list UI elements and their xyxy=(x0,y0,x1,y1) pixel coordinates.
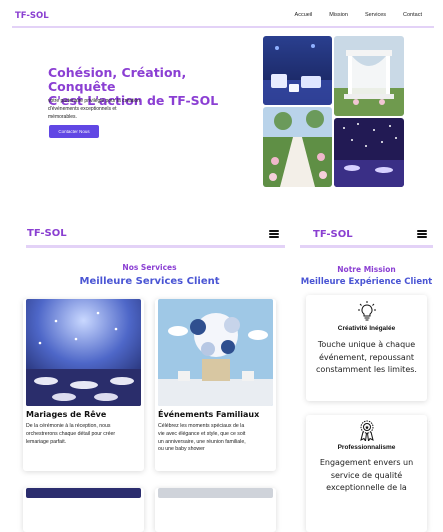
brand-logo[interactable]: TF-SOL xyxy=(27,228,67,239)
hero-desc-line: d'événements exceptionnels et xyxy=(48,106,117,112)
desc-line: Célébrez les moments spéciaux de la xyxy=(158,423,245,429)
nav-item-mission[interactable]: Mission xyxy=(329,12,348,18)
hero-title-line-1: Cohésion, Création, Conquête xyxy=(48,65,187,94)
lightbulb-icon xyxy=(357,301,376,326)
desc-line: service de qualité xyxy=(330,470,403,480)
desc-line: lemariage parfait. xyxy=(26,438,67,445)
desktop-header: TF-SOL Accueil Mission Services Contact xyxy=(12,8,434,28)
mission-kicker: Notre Mission xyxy=(337,265,396,274)
award-ribbon-icon xyxy=(358,419,376,446)
desc-line: Touche unique à chaque xyxy=(317,340,416,349)
desc-line: orchestrerons chaque détail pour créer xyxy=(26,430,116,437)
contact-button[interactable]: Contacter Nous xyxy=(49,125,99,138)
services-title: Meilleure Services Client xyxy=(79,276,220,287)
mission-card-title: Créativité Inégalée xyxy=(337,325,396,332)
desc-line: ou une baby shower xyxy=(158,446,205,453)
service-image-partial xyxy=(158,488,273,498)
service-card-wedding[interactable]: Mariages de Rêve De la cérémonie à la ré… xyxy=(23,299,144,471)
hero-description: votre partenaire privilégié pour la créa… xyxy=(48,97,168,121)
desc-line: événement, repoussant xyxy=(318,352,415,362)
menu-icon[interactable] xyxy=(269,230,279,238)
mission-card-desc: Engagement envers un service de qualité … xyxy=(316,457,417,495)
service-card-family[interactable]: Événements Familiaux Célébrez les moment… xyxy=(155,299,276,471)
main-nav: Accueil Mission Services Contact xyxy=(295,12,422,18)
mission-card-professionalism[interactable]: Professionnalisme Engagement envers un s… xyxy=(306,415,427,532)
services-panel-header: TF-SOL xyxy=(26,224,285,248)
desc-line: De la cérémonie à la réception, nous xyxy=(26,423,111,429)
hero-image-starry-hall xyxy=(334,118,404,187)
services-kicker: Nos Services xyxy=(122,263,177,272)
family-image xyxy=(158,299,273,406)
menu-icon[interactable] xyxy=(417,230,427,238)
mission-card-desc: Touche unique à chaque événement, repous… xyxy=(316,339,417,377)
desc-line: exceptionnelle de la xyxy=(326,483,407,492)
nav-item-contact[interactable]: Contact xyxy=(403,12,422,18)
desc-line: un anniversaire, une réunion familiale, xyxy=(158,438,246,445)
service-card-partial[interactable] xyxy=(155,488,276,532)
hero-image-gazebo xyxy=(334,36,404,116)
hero-image-lounge xyxy=(263,36,332,105)
service-card-desc: Célébrez les moments spéciaux de la vie … xyxy=(158,423,246,454)
hero-desc-line: votre partenaire privilégié pour la créa… xyxy=(48,98,140,104)
mission-card-creativity[interactable]: Créativité Inégalée Touche unique à chaq… xyxy=(306,295,427,401)
desc-line: Engagement envers un xyxy=(319,458,414,467)
hero-desc-line: mémorables. xyxy=(48,114,77,120)
brand-logo[interactable]: TF-SOL xyxy=(313,229,353,240)
service-card-title: Événements Familiaux xyxy=(158,410,260,419)
mission-title: Meilleure Expérience Client xyxy=(300,277,433,287)
desc-line: constamment les limites. xyxy=(316,365,417,374)
service-card-desc: De la cérémonie à la réception, nous orc… xyxy=(26,423,115,446)
mission-panel-header: TF-SOL xyxy=(300,224,433,248)
mission-card-title: Professionnalisme xyxy=(337,444,396,451)
nav-item-services[interactable]: Services xyxy=(365,12,386,18)
nav-item-accueil[interactable]: Accueil xyxy=(295,12,313,18)
service-card-partial[interactable] xyxy=(23,488,144,532)
service-card-title: Mariages de Rêve xyxy=(26,410,107,419)
desc-line: vie avec élégance et style, que ce soit xyxy=(158,430,246,437)
hero-image-aisle xyxy=(263,107,332,187)
wedding-image xyxy=(26,299,141,406)
brand-logo[interactable]: TF-SOL xyxy=(15,11,49,21)
service-image-partial xyxy=(26,488,141,498)
